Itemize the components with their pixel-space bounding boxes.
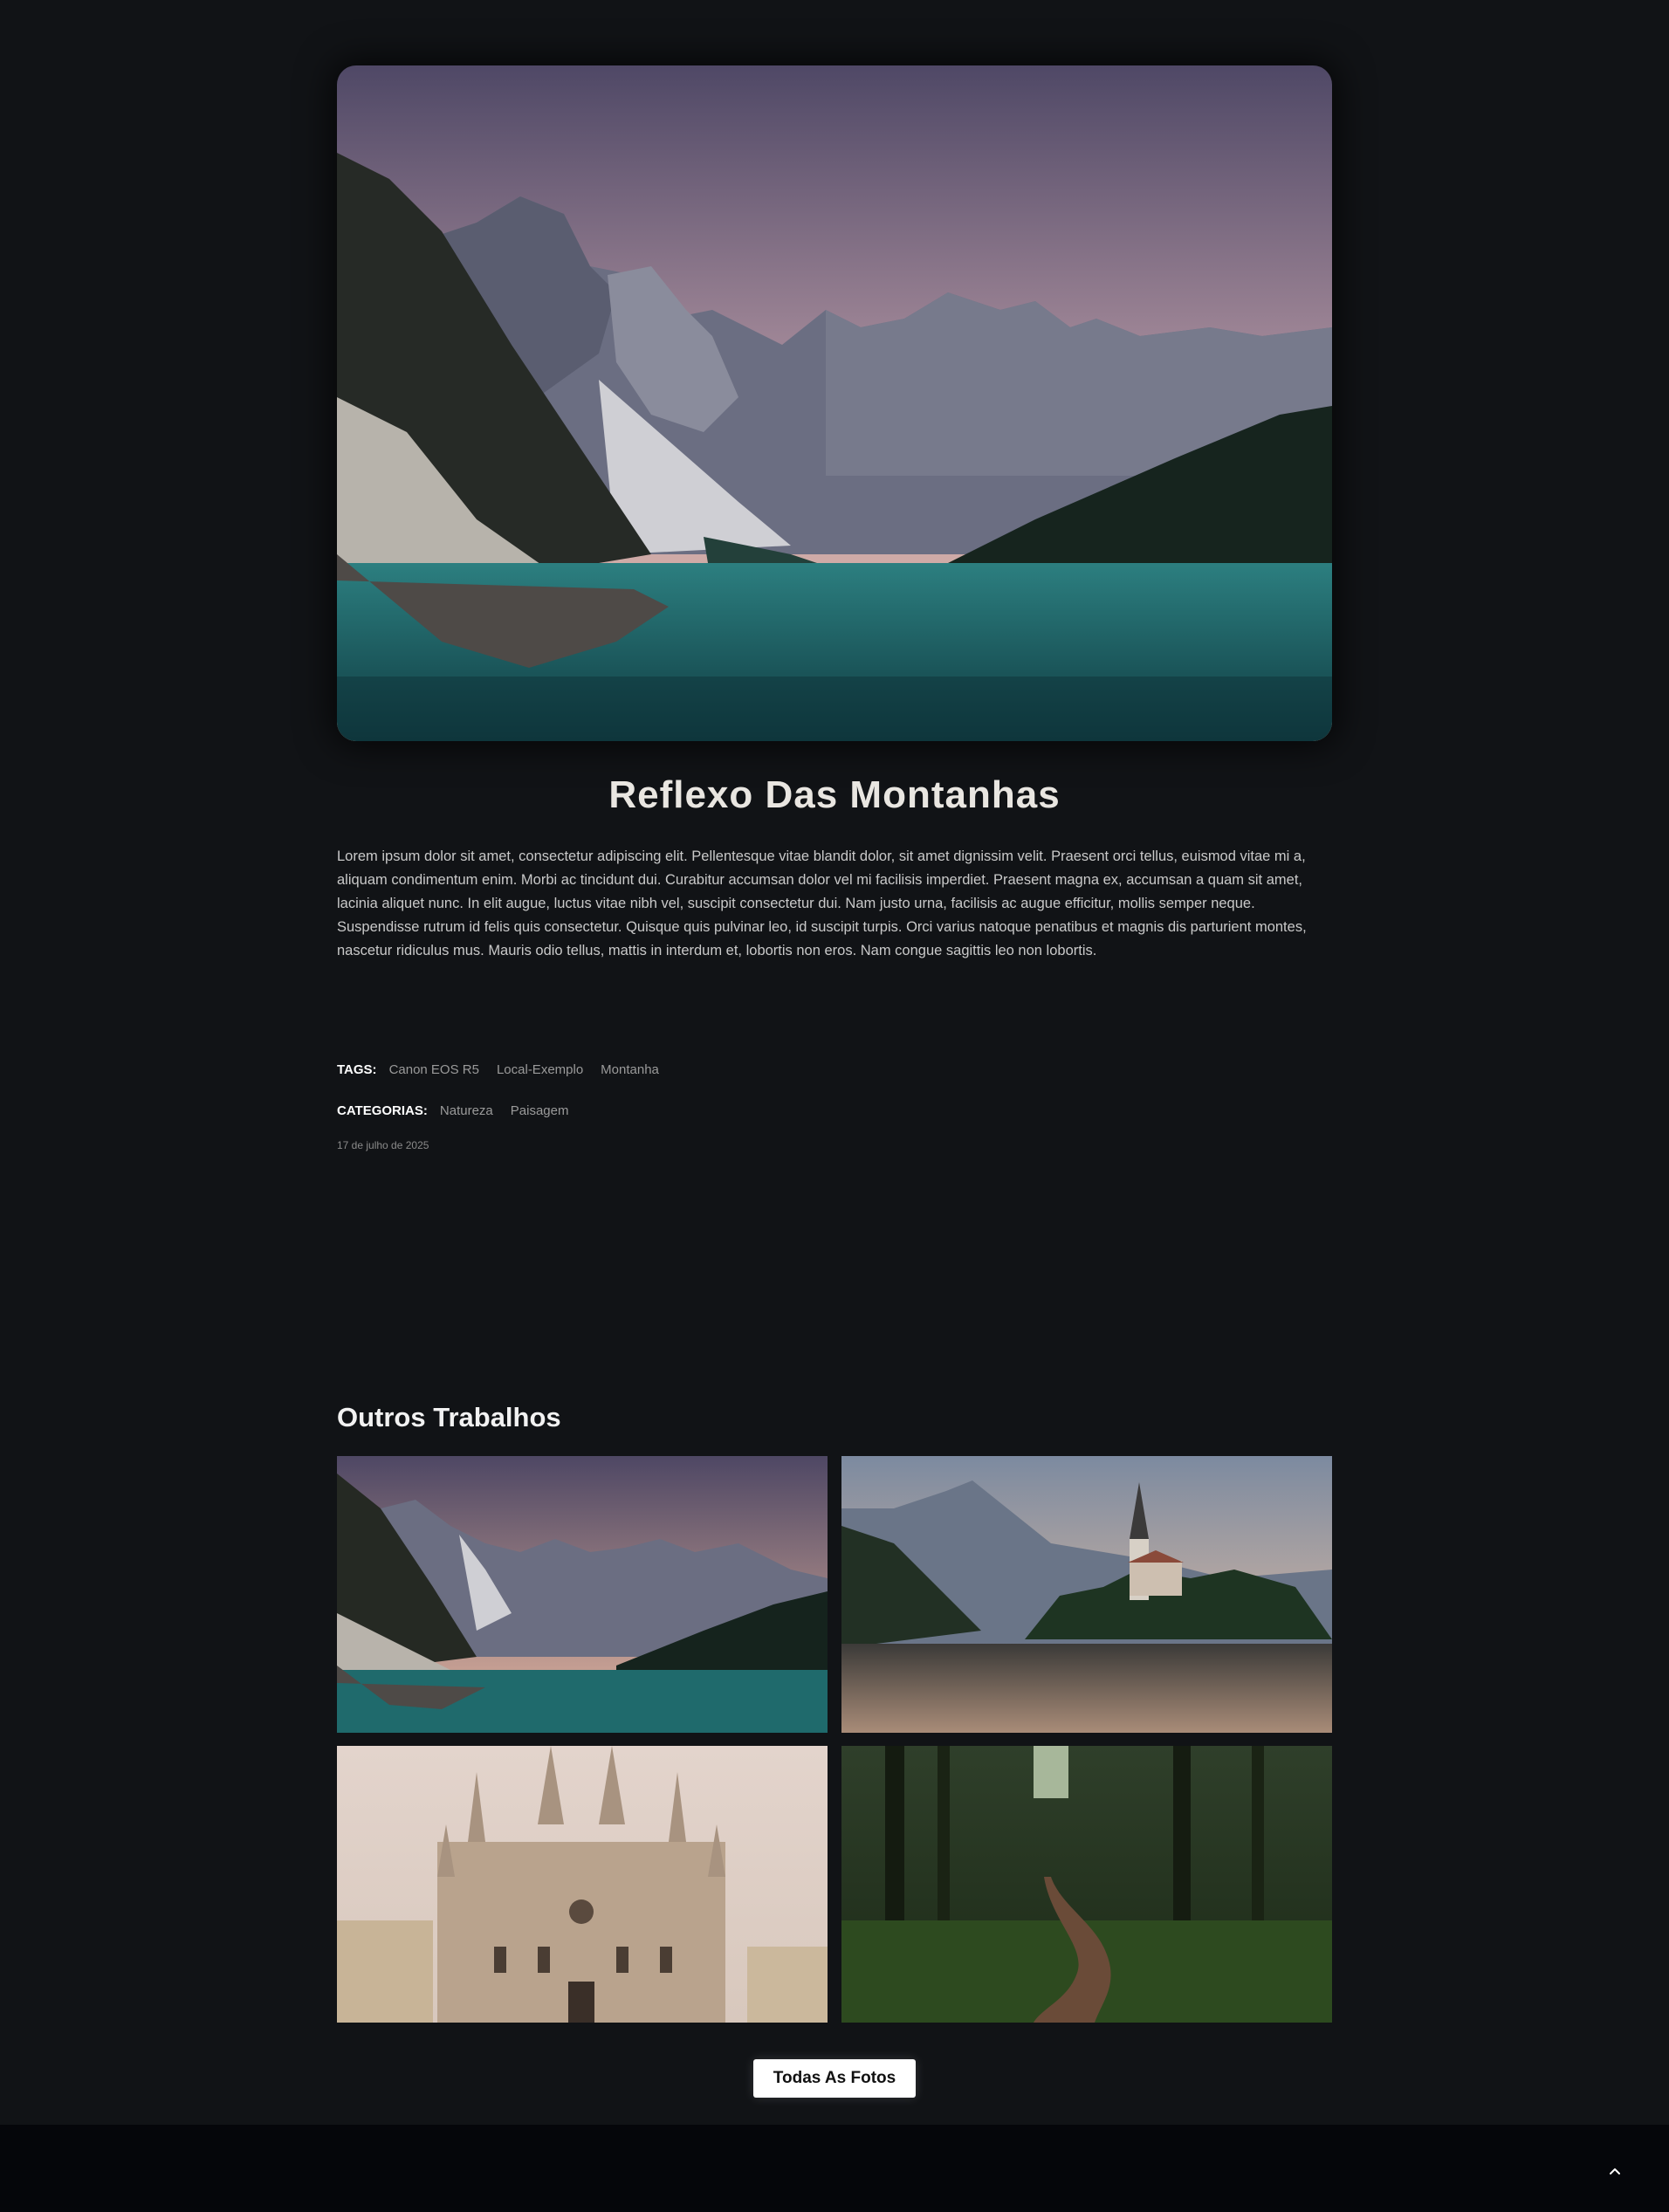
related-photo-lake-church[interactable] <box>841 1456 1332 1733</box>
cathedral-thumbnail <box>337 1746 828 2023</box>
lake-church-thumbnail <box>841 1456 1332 1733</box>
tags-label: TAGS: <box>337 1062 377 1077</box>
related-photo-forest-path[interactable] <box>841 1746 1332 2023</box>
tags-row: TAGS: Canon EOS R5 Local-Exemplo Montanh… <box>337 1062 659 1077</box>
scroll-to-top-button[interactable] <box>1606 2165 1624 2179</box>
category-link[interactable]: Natureza <box>440 1103 493 1118</box>
category-link[interactable]: Paisagem <box>511 1103 569 1118</box>
hero-photo <box>337 65 1332 741</box>
footer <box>0 2125 1669 2212</box>
post-date: 17 de julho de 2025 <box>337 1139 429 1151</box>
mountain-lake-photo <box>337 65 1332 741</box>
related-section-title: Outros Trabalhos <box>337 1402 561 1432</box>
tag-link[interactable]: Montanha <box>601 1062 659 1077</box>
post-description: Lorem ipsum dolor sit amet, consectetur … <box>337 848 1307 958</box>
categories-label: CATEGORIAS: <box>337 1103 428 1118</box>
categories-row: CATEGORIAS: Natureza Paisagem <box>337 1103 568 1118</box>
chevron-up-icon <box>1610 2168 1620 2174</box>
mountain-lake-thumbnail <box>337 1456 828 1733</box>
tag-link[interactable]: Local-Exemplo <box>497 1062 583 1077</box>
forest-path-thumbnail <box>841 1746 1332 2023</box>
related-photo-cathedral[interactable] <box>337 1746 828 2023</box>
post-title: Reflexo Das Montanhas <box>608 773 1061 816</box>
related-photo-mountain-lake[interactable] <box>337 1456 828 1733</box>
tag-link[interactable]: Canon EOS R5 <box>389 1062 479 1077</box>
all-photos-button[interactable]: Todas As Fotos <box>753 2059 916 2098</box>
